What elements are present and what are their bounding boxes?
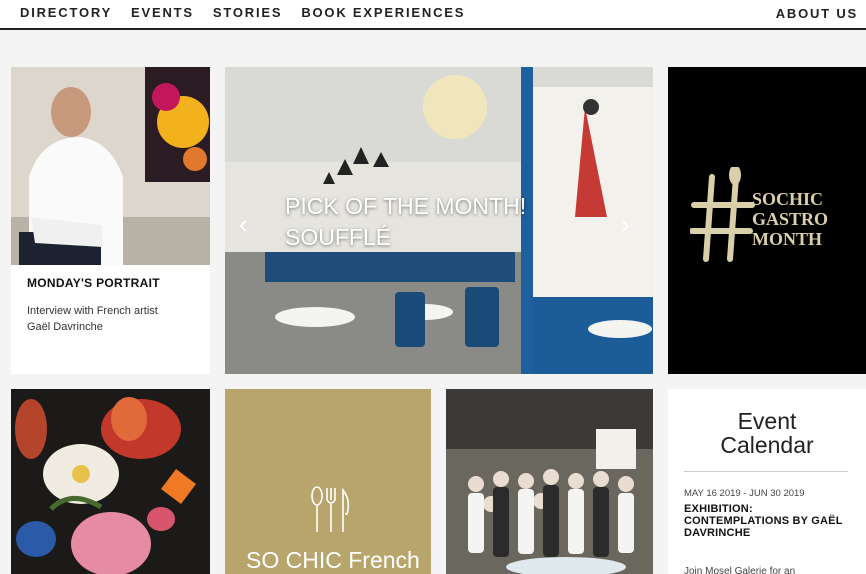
- nav-book-experiences[interactable]: BOOK EXPERIENCES: [301, 5, 465, 20]
- nav-events[interactable]: EVENTS: [131, 5, 194, 20]
- event-calendar-title: Event Calendar: [668, 409, 866, 457]
- gastro-hash-logo: [690, 167, 755, 262]
- so-chic-french-label: SO CHIC French: [246, 547, 420, 573]
- portrait-desc-line1: Interview with French artist: [27, 305, 158, 317]
- cutlery-icon: [311, 486, 350, 532]
- calendar-title-line2: Calendar: [720, 432, 814, 458]
- calendar-title-line1: Event: [737, 408, 797, 434]
- portrait-description: Interview with French artist Gaël Davrin…: [27, 303, 197, 335]
- event-calendar: Event Calendar MAY 16 2019 - JUN 30 2019…: [668, 389, 866, 574]
- chevron-right-icon[interactable]: ›: [621, 209, 630, 240]
- so-chic-french-card[interactable]: SO CHIC French: [225, 389, 431, 574]
- chevron-left-icon[interactable]: ‹: [239, 209, 248, 240]
- portrait-card[interactable]: MONDAY'S PORTRAIT Interview with French …: [11, 67, 210, 374]
- nav-about-us[interactable]: ABOUT US: [776, 6, 858, 21]
- top-navigation: DIRECTORY EVENTS STORIES BOOK EXPERIENCE…: [0, 0, 866, 30]
- group-photo-card[interactable]: [446, 389, 653, 574]
- gastro-month-title: SOCHIC GASTRO MONTH: [752, 189, 828, 249]
- group-photo: [446, 389, 653, 574]
- gastro-line3: MONTH: [752, 229, 822, 249]
- nav-directory[interactable]: DIRECTORY: [20, 5, 112, 20]
- event-title[interactable]: EXHIBITION: CONTEMPLATIONS BY GAËL DAVRI…: [684, 503, 859, 539]
- event-date: MAY 16 2019 - JUN 30 2019: [684, 488, 805, 499]
- divider: [684, 471, 848, 472]
- portrait-desc-line2: Gaël Davrinche: [27, 321, 103, 333]
- nav-stories[interactable]: STORIES: [213, 5, 282, 20]
- event-description: Join Mosel Galerie for an: [684, 566, 796, 574]
- gastro-line1: SOCHIC: [752, 189, 824, 209]
- portrait-photo: [11, 67, 210, 265]
- gastro-line2: GASTRO: [752, 209, 829, 229]
- slide-caption-line2: SOUFFLÉ: [285, 224, 392, 250]
- slide-caption: PICK OF THE MONTH! SOUFFLÉ: [285, 191, 585, 253]
- main-menu: DIRECTORY EVENTS STORIES BOOK EXPERIENCE…: [20, 5, 484, 20]
- slide-caption-line1: PICK OF THE MONTH!: [285, 193, 527, 219]
- featured-slider[interactable]: ‹ › PICK OF THE MONTH! SOUFFLÉ: [225, 67, 653, 374]
- portrait-heading: MONDAY'S PORTRAIT: [27, 276, 160, 290]
- flowers-painting: [11, 389, 210, 574]
- flowers-painting-card[interactable]: [11, 389, 210, 574]
- gastro-month-card[interactable]: SOCHIC GASTRO MONTH: [668, 67, 866, 374]
